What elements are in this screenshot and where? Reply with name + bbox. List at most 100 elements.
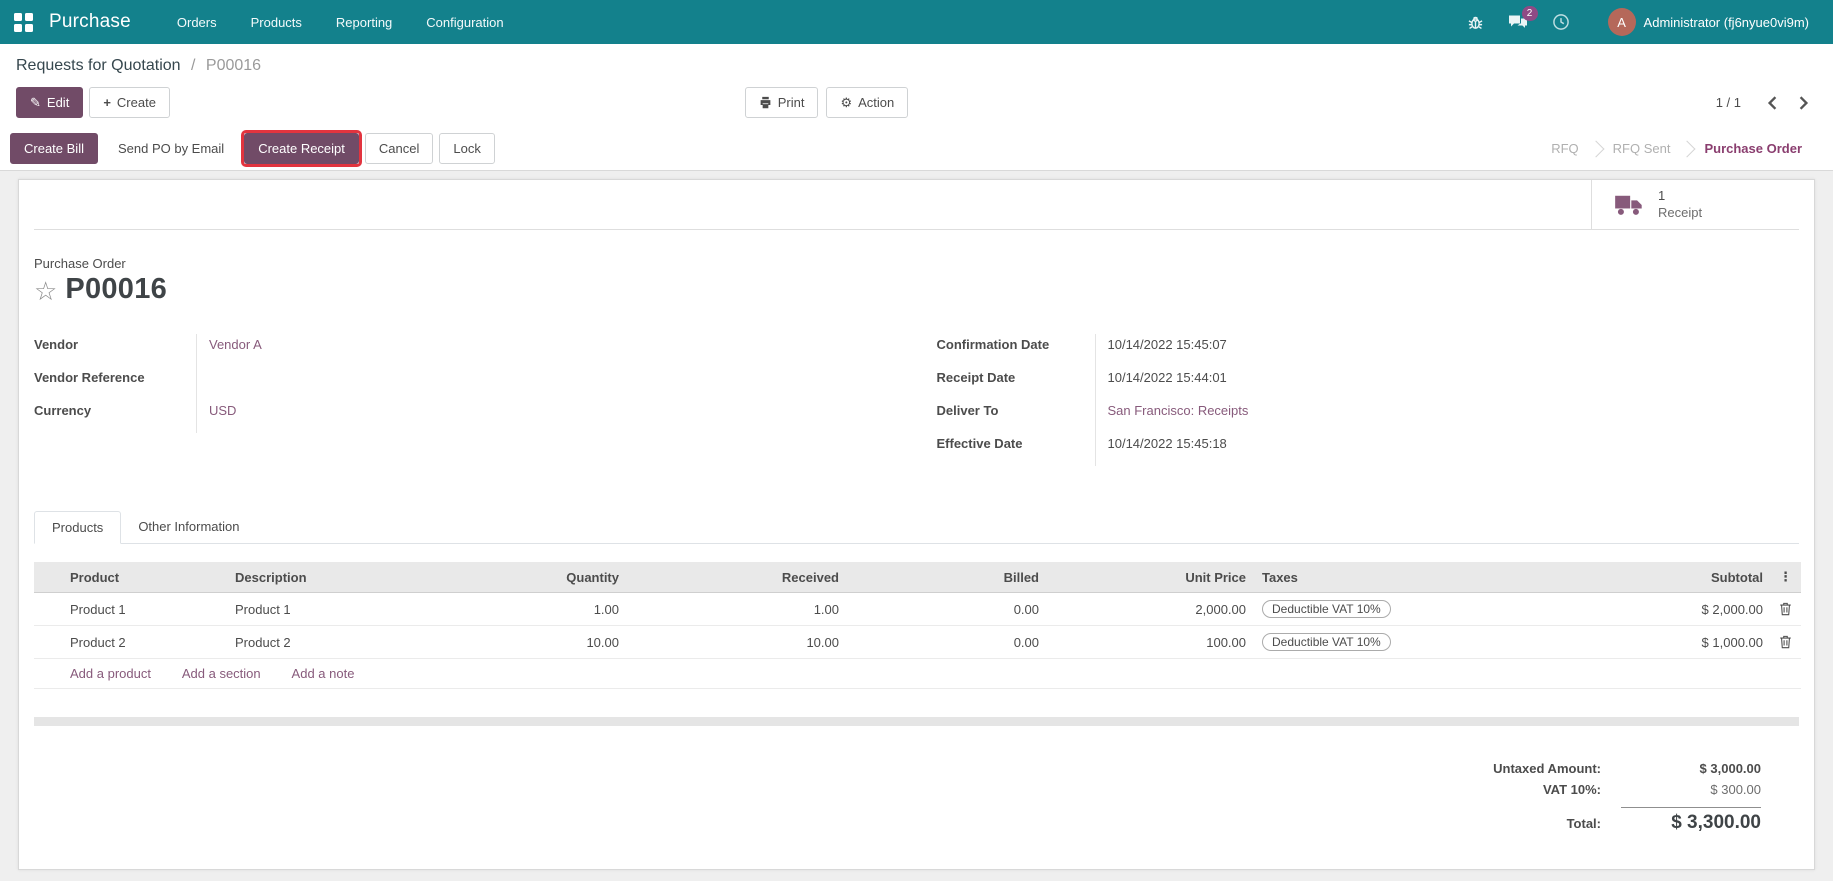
create-bill-button[interactable]: Create Bill (10, 133, 98, 164)
cell-received[interactable]: 10.00 (627, 625, 847, 659)
create-button[interactable]: + Create (89, 87, 170, 118)
plus-icon: + (103, 95, 111, 110)
vat-value: $ 300.00 (1710, 782, 1761, 797)
col-unit-price[interactable]: Unit Price (1047, 562, 1254, 593)
lock-button[interactable]: Lock (439, 133, 495, 164)
col-description[interactable]: Description (227, 562, 547, 593)
confirmation-date-value: 10/14/2022 15:45:07 (1094, 334, 1800, 367)
user-name: Administrator (fj6nyue0vi9m) (1643, 14, 1809, 30)
menu-configuration[interactable]: Configuration (412, 2, 517, 43)
messages-count-badge: 2 (1521, 5, 1538, 21)
debug-bug-icon[interactable] (1457, 8, 1494, 37)
vendor-reference-label: Vendor Reference (34, 370, 145, 385)
tab-products[interactable]: Products (34, 511, 122, 544)
cancel-button[interactable]: Cancel (364, 133, 434, 164)
col-product[interactable]: Product (62, 562, 227, 593)
currency-value[interactable]: USD (196, 400, 897, 433)
action-button[interactable]: ⚙ Action (826, 87, 909, 118)
table-row[interactable]: Product 1 Product 1 1.00 1.00 0.00 2,000… (34, 592, 1801, 626)
favorite-star-icon[interactable]: ☆ (34, 278, 57, 306)
statusbar: Create Bill Send PO by Email Create Rece… (0, 128, 1833, 171)
col-subtotal[interactable]: Subtotal (1544, 562, 1771, 593)
printer-icon (759, 96, 772, 109)
pencil-icon: ✎ (30, 95, 41, 110)
col-billed[interactable]: Billed (847, 562, 1047, 593)
row-handle[interactable] (34, 625, 62, 659)
table-footer-links: Add a product Add a section Add a note (34, 658, 1801, 689)
state-rfq[interactable]: RFQ (1538, 134, 1591, 163)
app-title[interactable]: Purchase (49, 11, 131, 33)
tax-badge[interactable]: Deductible VAT 10% (1262, 633, 1391, 651)
col-received[interactable]: Received (627, 562, 847, 593)
confirmation-date-label: Confirmation Date (936, 337, 1050, 352)
activities-clock-icon[interactable] (1542, 7, 1580, 37)
breadcrumb-current: P00016 (205, 57, 262, 74)
row-handle[interactable] (34, 592, 62, 626)
print-button[interactable]: Print (744, 87, 819, 118)
untaxed-amount-value: $ 3,000.00 (1699, 761, 1761, 776)
pager-previous-icon[interactable] (1759, 92, 1786, 114)
receipt-date-label: Receipt Date (936, 370, 1016, 385)
currency-label: Currency (34, 403, 92, 418)
edit-button[interactable]: ✎ Edit (16, 87, 84, 118)
vendor-label: Vendor (34, 337, 79, 352)
effective-date-label: Effective Date (936, 436, 1023, 451)
tax-badge[interactable]: Deductible VAT 10% (1262, 600, 1391, 618)
notebook-tabs: Products Other Information (34, 510, 1799, 544)
add-a-note-link[interactable]: Add a note (292, 666, 355, 681)
user-avatar[interactable]: A (1607, 8, 1636, 36)
pager-next-icon[interactable] (1790, 92, 1817, 114)
cell-unit-price[interactable]: 100.00 (1047, 625, 1254, 659)
effective-date-value: 10/14/2022 15:45:18 (1094, 433, 1800, 466)
optional-columns-icon[interactable]: ⋮ (1771, 562, 1801, 593)
col-taxes[interactable]: Taxes (1254, 562, 1544, 593)
deliver-to-value[interactable]: San Francisco: Receipts (1094, 400, 1800, 433)
cell-billed[interactable]: 0.00 (847, 592, 1047, 626)
cell-product[interactable]: Product 2 (62, 625, 227, 659)
field-group-right: Confirmation Date 10/14/2022 15:45:07 Re… (937, 334, 1800, 466)
control-panel: Requests for Quotation / P00016 ✎ Edit +… (0, 44, 1833, 128)
add-a-section-link[interactable]: Add a section (182, 666, 261, 681)
receipt-stat-button[interactable]: 1 Receipt (1591, 180, 1799, 229)
cell-received[interactable]: 1.00 (627, 592, 847, 626)
truck-icon (1615, 195, 1642, 215)
cell-quantity[interactable]: 10.00 (547, 625, 627, 659)
table-row[interactable]: Product 2 Product 2 10.00 10.00 0.00 100… (34, 625, 1801, 659)
top-navbar: Purchase Orders Products Reporting Confi… (0, 0, 1833, 44)
menu-orders[interactable]: Orders (163, 2, 231, 43)
user-menu[interactable]: A Administrator (fj6nyue0vi9m) (1584, 2, 1819, 42)
cell-billed[interactable]: 0.00 (847, 625, 1047, 659)
form-sheet: 1 Receipt Purchase Order ☆ P00016 Vendor… (18, 179, 1815, 870)
state-rfq-sent[interactable]: RFQ Sent (1600, 134, 1684, 163)
cell-subtotal: $ 1,000.00 (1544, 625, 1771, 659)
cell-taxes[interactable]: Deductible VAT 10% (1254, 592, 1544, 626)
vendor-value[interactable]: Vendor A (196, 334, 897, 367)
vendor-reference-value[interactable] (196, 367, 897, 400)
apps-grid-icon[interactable] (14, 12, 33, 32)
cell-taxes[interactable]: Deductible VAT 10% (1254, 625, 1544, 659)
create-receipt-button[interactable]: Create Receipt (244, 133, 359, 164)
menu-reporting[interactable]: Reporting (322, 2, 406, 43)
cell-description[interactable]: Product 2 (227, 625, 547, 659)
order-lines-table: Product Description Quantity Received Bi… (34, 562, 1801, 689)
handle-column-header (34, 562, 62, 593)
breadcrumb-parent-link[interactable]: Requests for Quotation (16, 57, 181, 74)
horizontal-scrollbar[interactable] (34, 717, 1799, 726)
delete-row-icon[interactable] (1771, 625, 1801, 659)
cell-quantity[interactable]: 1.00 (547, 592, 627, 626)
col-quantity[interactable]: Quantity (547, 562, 627, 593)
messages-icon[interactable]: 2 (1498, 5, 1538, 37)
state-purchase-order[interactable]: Purchase Order (1691, 134, 1815, 163)
menu-products[interactable]: Products (237, 2, 316, 43)
gear-icon: ⚙ (840, 95, 853, 110)
cell-description[interactable]: Product 1 (227, 592, 547, 626)
add-a-product-link[interactable]: Add a product (70, 666, 151, 681)
cell-unit-price[interactable]: 2,000.00 (1047, 592, 1254, 626)
totals-summary: Untaxed Amount: $ 3,000.00 VAT 10%: $ 30… (1431, 758, 1761, 837)
send-po-by-email-button[interactable]: Send PO by Email (103, 133, 239, 164)
delete-row-icon[interactable] (1771, 592, 1801, 626)
untaxed-amount-label: Untaxed Amount: (1493, 761, 1601, 776)
cell-product[interactable]: Product 1 (62, 592, 227, 626)
tab-other-information[interactable]: Other Information (121, 511, 256, 544)
receipt-count: 1 (1658, 188, 1666, 204)
